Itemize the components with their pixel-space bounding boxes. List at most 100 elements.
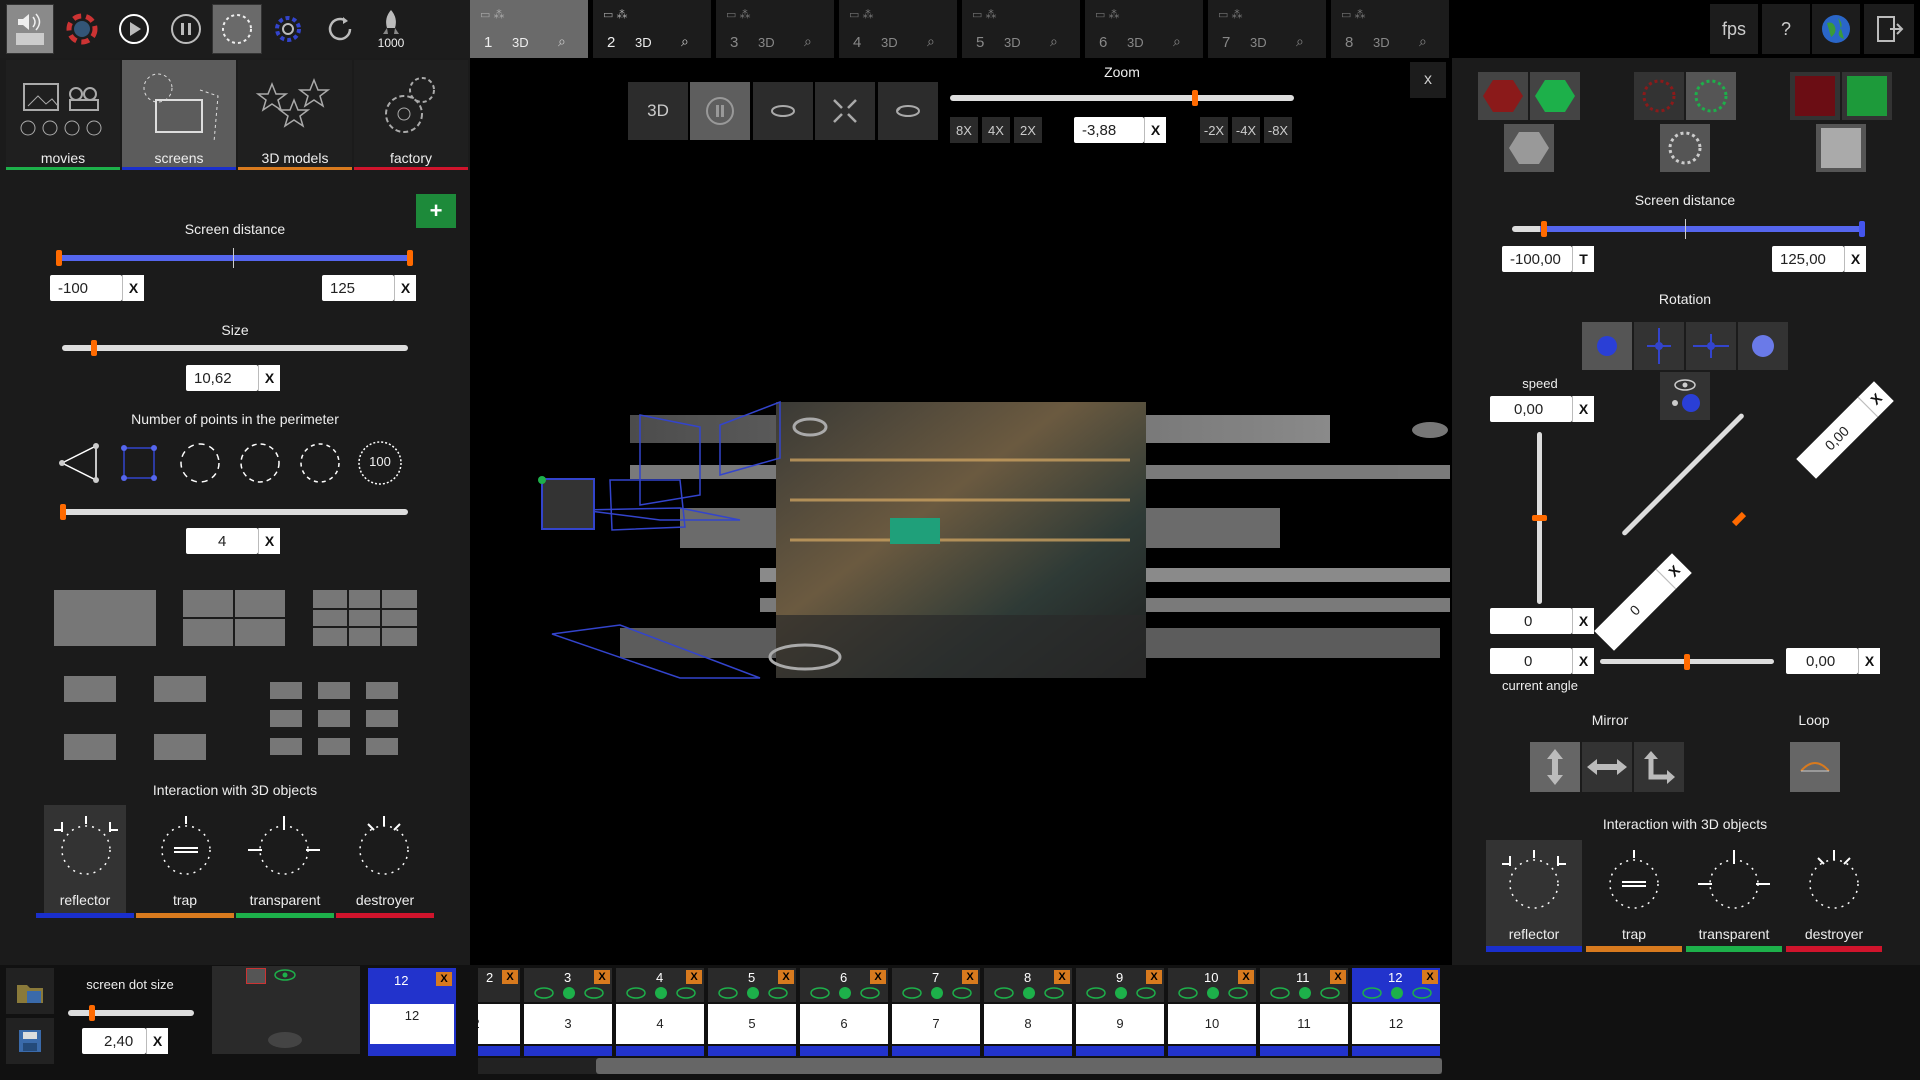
- zoom-slider[interactable]: [950, 95, 1294, 101]
- add-screen-button[interactable]: +: [416, 194, 456, 228]
- layout-small-grid[interactable]: [270, 682, 402, 756]
- slot-item[interactable]: 6 X 6: [800, 968, 888, 1056]
- clear-button[interactable]: X: [146, 1028, 168, 1054]
- dist-min-field[interactable]: -100,00: [1502, 246, 1572, 272]
- color-wheel-icon[interactable]: [58, 4, 106, 54]
- layout-2x2[interactable]: [183, 590, 285, 646]
- clear-button[interactable]: X: [1572, 396, 1594, 422]
- clear-button[interactable]: X: [258, 528, 280, 554]
- remove-slot-button[interactable]: X: [1146, 970, 1162, 984]
- square-shape-icon[interactable]: [121, 445, 157, 481]
- t-button[interactable]: T: [1572, 246, 1594, 272]
- slot-item[interactable]: 7 X 7: [892, 968, 980, 1056]
- current-angle-field[interactable]: 0: [1490, 648, 1572, 674]
- zoom-8x-button[interactable]: 8X: [950, 117, 978, 143]
- clear-button[interactable]: X: [258, 365, 280, 391]
- clear-button[interactable]: X: [1144, 117, 1166, 143]
- shape-hex-green-button[interactable]: [1530, 72, 1580, 120]
- interaction-name[interactable]: transparent: [1686, 926, 1782, 942]
- view-3d-button[interactable]: 3D: [628, 82, 688, 140]
- clear-button[interactable]: X: [122, 275, 144, 301]
- rotation-sphere-button[interactable]: [1738, 322, 1788, 370]
- slot-item[interactable]: 10 X 10: [1168, 968, 1256, 1056]
- remove-slot-button[interactable]: X: [1330, 970, 1346, 984]
- category-3d-models[interactable]: 3D models: [238, 60, 352, 170]
- ring-green-button[interactable]: [1686, 72, 1736, 120]
- collapse-button[interactable]: [815, 82, 875, 140]
- fill-gray-button[interactable]: [1816, 124, 1866, 172]
- mirror-vertical-button[interactable]: [1530, 742, 1580, 792]
- heptagon-shape-icon[interactable]: [300, 443, 340, 483]
- slider-handle[interactable]: [1541, 221, 1547, 237]
- interaction-name[interactable]: destroyer: [344, 892, 426, 908]
- rocket-button[interactable]: 1000: [366, 4, 416, 54]
- loop-button[interactable]: [1790, 742, 1840, 792]
- slider-handle[interactable]: [91, 340, 97, 356]
- preview-thumbnail[interactable]: [212, 966, 360, 1054]
- dist-max-field[interactable]: 125: [322, 275, 394, 301]
- slider-handle[interactable]: [1684, 654, 1690, 670]
- selection-handle[interactable]: [538, 476, 546, 484]
- slider-handle[interactable]: [60, 504, 66, 520]
- globe-icon[interactable]: [1812, 4, 1860, 54]
- remove-slot-button[interactable]: X: [1054, 970, 1070, 984]
- save-button[interactable]: [6, 1018, 54, 1064]
- remove-slot-button[interactable]: X: [502, 970, 518, 984]
- screen-distance-slider[interactable]: [58, 255, 410, 261]
- fps-button[interactable]: fps: [1710, 4, 1758, 54]
- slot-item[interactable]: 12 X 12: [1352, 968, 1440, 1056]
- pentagon-shape-icon[interactable]: [180, 443, 220, 483]
- slider-handle[interactable]: [1859, 221, 1865, 237]
- clear-button[interactable]: X: [1844, 246, 1866, 272]
- clear-button[interactable]: X: [1858, 648, 1880, 674]
- slider-handle[interactable]: [56, 250, 62, 266]
- category-factory[interactable]: factory: [354, 60, 468, 170]
- zoom-field[interactable]: -3,88: [1074, 117, 1144, 143]
- remove-slot-button[interactable]: X: [962, 970, 978, 984]
- remove-slot-button[interactable]: X: [686, 970, 702, 984]
- pause-icon[interactable]: [162, 4, 210, 54]
- layout-split-v[interactable]: [64, 734, 116, 760]
- pause-button[interactable]: [690, 82, 750, 140]
- perimeter-slider[interactable]: [62, 509, 408, 515]
- screens-mode-icon[interactable]: [212, 4, 262, 54]
- dot-size-field[interactable]: 2,40: [82, 1028, 146, 1054]
- scene-3d[interactable]: [520, 380, 1450, 690]
- rotate-button[interactable]: [878, 82, 938, 140]
- remove-slot-button[interactable]: X: [436, 972, 452, 986]
- perimeter-field[interactable]: 4: [186, 528, 258, 554]
- interaction-name[interactable]: trap: [144, 892, 226, 908]
- ring-gray-button[interactable]: [1660, 124, 1710, 172]
- slider-handle[interactable]: [1192, 90, 1198, 106]
- size-field[interactable]: 10,62: [186, 365, 258, 391]
- zoom-2x-button[interactable]: 2X: [1014, 117, 1042, 143]
- hexagon-shape-icon[interactable]: [240, 443, 280, 483]
- slot-item[interactable]: 2 X 2: [478, 968, 520, 1056]
- remove-slot-button[interactable]: X: [1422, 970, 1438, 984]
- mirror-horizontal-button[interactable]: [1582, 742, 1632, 792]
- interaction-name[interactable]: trap: [1586, 926, 1682, 942]
- remove-slot-button[interactable]: X: [870, 970, 886, 984]
- ring-red-button[interactable]: [1634, 72, 1684, 120]
- interaction-name[interactable]: transparent: [244, 892, 326, 908]
- layout-3x3[interactable]: [313, 590, 417, 646]
- zoom-minus-4x-button[interactable]: -4X: [1232, 117, 1260, 143]
- dist-max-field[interactable]: 125,00: [1772, 246, 1844, 272]
- speed-field[interactable]: 0,00: [1490, 396, 1572, 422]
- horizontal-value-field[interactable]: 0,00: [1786, 648, 1858, 674]
- remove-slot-button[interactable]: X: [594, 970, 610, 984]
- help-button[interactable]: ?: [1762, 4, 1810, 54]
- exit-icon[interactable]: [1864, 4, 1914, 54]
- slider-handle[interactable]: [1532, 515, 1547, 521]
- rotation-horizontal-button[interactable]: [1686, 322, 1736, 370]
- selected-screen[interactable]: [541, 478, 595, 530]
- slot-item[interactable]: 3 X 3: [524, 968, 612, 1056]
- size-slider[interactable]: [62, 345, 408, 351]
- zoom-4x-button[interactable]: 4X: [982, 117, 1010, 143]
- visibility-toggle[interactable]: [1660, 372, 1710, 420]
- fill-red-button[interactable]: [1790, 72, 1840, 120]
- slider-handle[interactable]: [89, 1005, 95, 1021]
- clear-button[interactable]: X: [1572, 608, 1594, 634]
- slot-item[interactable]: 11 X 11: [1260, 968, 1348, 1056]
- layout-split-h[interactable]: [154, 676, 206, 702]
